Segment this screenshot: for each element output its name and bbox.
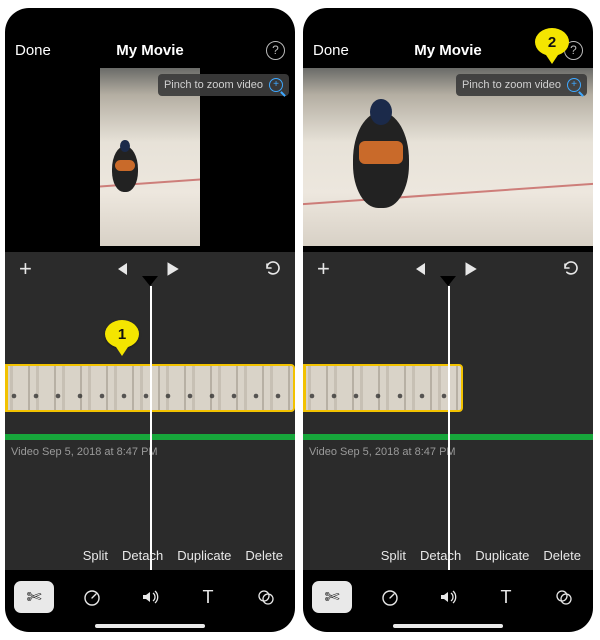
undo-button[interactable] <box>561 260 579 278</box>
speedometer-icon <box>380 587 400 607</box>
scissors-tool[interactable]: ✄ <box>14 581 54 613</box>
playhead[interactable] <box>150 286 152 570</box>
filters-tool[interactable] <box>246 581 286 613</box>
clip-actions-row: Split Detach Duplicate Delete <box>303 540 593 570</box>
video-clip[interactable] <box>303 364 463 412</box>
clip-handle-left[interactable] <box>303 364 306 412</box>
filters-icon <box>256 587 276 607</box>
add-media-button[interactable]: + <box>19 256 32 282</box>
delete-button[interactable]: Delete <box>543 548 581 563</box>
scissors-tool[interactable]: ✄ <box>312 581 352 613</box>
timeline[interactable]: Video Sep 5, 2018 at 8:47 PM Split Detac… <box>5 286 295 570</box>
duplicate-button[interactable]: Duplicate <box>475 548 529 563</box>
speed-tool[interactable] <box>370 581 410 613</box>
clip-metadata-label: Video Sep 5, 2018 at 8:47 PM <box>309 446 456 458</box>
volume-tool[interactable] <box>428 581 468 613</box>
bottom-toolbar: ✄ T <box>5 576 295 618</box>
phone-screenshot-left: Done My Movie ? Pinch to zoom video + <box>5 8 295 632</box>
playhead-notch-icon <box>142 276 158 286</box>
split-button[interactable]: Split <box>381 548 406 563</box>
add-media-button[interactable]: + <box>317 256 330 282</box>
speedometer-icon <box>82 587 102 607</box>
help-icon[interactable]: ? <box>266 41 285 60</box>
titles-tool[interactable]: T <box>486 581 526 613</box>
detach-button[interactable]: Detach <box>420 548 461 563</box>
skater-figure <box>112 146 138 192</box>
filters-icon <box>554 587 574 607</box>
clip-actions-row: Split Detach Duplicate Delete <box>5 540 295 570</box>
clip-metadata-label: Video Sep 5, 2018 at 8:47 PM <box>11 446 158 458</box>
pinch-zoom-hint[interactable]: Pinch to zoom video <box>158 74 289 96</box>
playhead[interactable] <box>448 286 450 570</box>
home-indicator <box>95 624 205 628</box>
delete-button[interactable]: Delete <box>245 548 283 563</box>
magnifier-plus-icon <box>567 78 581 92</box>
bottom-toolbar: ✄ T <box>303 576 593 618</box>
home-indicator <box>393 624 503 628</box>
clip-handle-left[interactable] <box>5 364 8 412</box>
duplicate-button[interactable]: Duplicate <box>177 548 231 563</box>
volume-tool[interactable] <box>130 581 170 613</box>
rink-line <box>303 178 593 208</box>
annotation-callout-1: 1 <box>105 320 139 348</box>
header-bar: Done My Movie ? <box>5 36 295 64</box>
timeline[interactable]: Video Sep 5, 2018 at 8:47 PM Split Detac… <box>303 286 593 570</box>
skip-to-start-button[interactable] <box>113 261 129 277</box>
phone-screenshot-right: Done My Movie ? Pinch to zoom video + <box>303 8 593 632</box>
titles-tool[interactable]: T <box>188 581 228 613</box>
annotation-callout-2: 2 <box>535 28 569 56</box>
done-button[interactable]: Done <box>313 42 349 59</box>
magnifier-plus-icon <box>269 78 283 92</box>
speed-tool[interactable] <box>72 581 112 613</box>
playhead-notch-icon <box>440 276 456 286</box>
done-button[interactable]: Done <box>15 42 51 59</box>
split-button[interactable]: Split <box>83 548 108 563</box>
skater-figure <box>353 112 409 208</box>
play-button[interactable] <box>163 260 181 278</box>
pinch-hint-label: Pinch to zoom video <box>164 79 263 91</box>
play-button[interactable] <box>461 260 479 278</box>
detach-button[interactable]: Detach <box>122 548 163 563</box>
pinch-zoom-hint[interactable]: Pinch to zoom video <box>456 74 587 96</box>
skip-to-start-button[interactable] <box>411 261 427 277</box>
undo-button[interactable] <box>263 260 281 278</box>
speaker-icon <box>140 587 160 607</box>
pinch-hint-label: Pinch to zoom video <box>462 79 561 91</box>
filters-tool[interactable] <box>544 581 584 613</box>
speaker-icon <box>438 587 458 607</box>
